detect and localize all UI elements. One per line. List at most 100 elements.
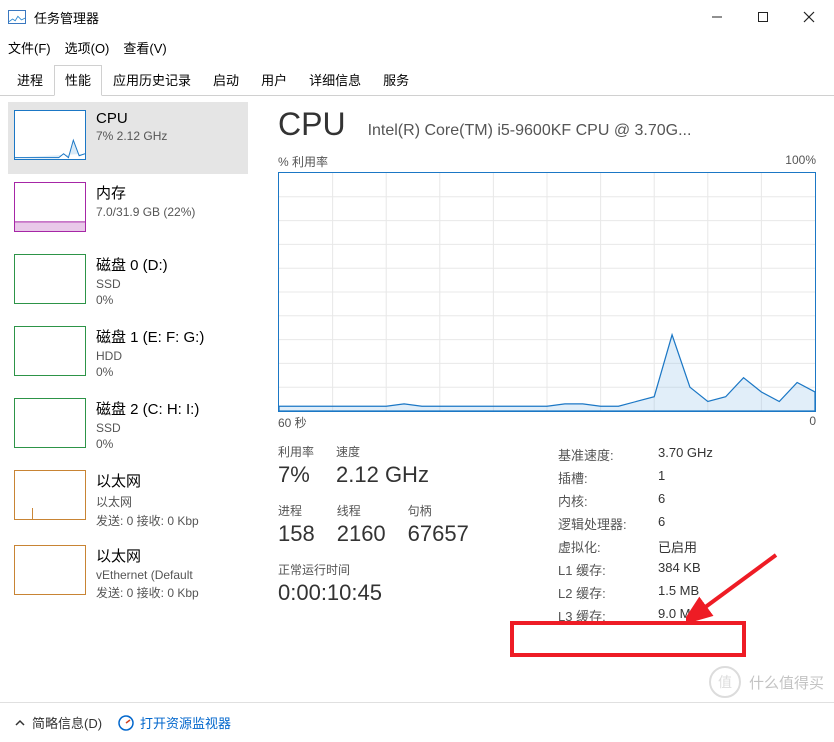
- sidebar-item-sub2: 0%: [96, 365, 204, 379]
- sidebar-item-label: 以太网: [96, 545, 199, 566]
- open-resource-monitor-label: 打开资源监视器: [140, 713, 231, 732]
- sidebar-item-label: CPU: [96, 110, 167, 127]
- tab-users[interactable]: 用户: [250, 65, 298, 96]
- memory-thumb-icon: [14, 182, 86, 232]
- sidebar-item-sub: vEthernet (Default: [96, 568, 199, 582]
- kv-val: 1: [658, 468, 665, 487]
- detail-subtitle: Intel(R) Core(TM) i5-9600KF CPU @ 3.70G.…: [368, 122, 692, 140]
- tab-strip: 进程 性能 应用历史记录 启动 用户 详细信息 服务: [0, 64, 834, 96]
- sidebar-item-disk-0[interactable]: 磁盘 0 (D:) SSD 0%: [8, 246, 248, 318]
- sidebar-item-cpu[interactable]: CPU 7% 2.12 GHz: [8, 102, 248, 174]
- stat-label: 进程: [278, 502, 315, 519]
- watermark: 值 什么值得买: [709, 666, 824, 698]
- sidebar-item-sub: 7% 2.12 GHz: [96, 129, 167, 143]
- stat-value: 158: [278, 521, 315, 547]
- sidebar-item-sub: 7.0/31.9 GB (22%): [96, 205, 195, 219]
- perf-icon: [118, 715, 134, 731]
- sidebar-item-ethernet-0[interactable]: 以太网 以太网 发送: 0 接收: 0 Kbp: [8, 462, 248, 537]
- kv-val: 已启用: [658, 537, 697, 556]
- kv-key: L3 缓存:: [558, 606, 658, 625]
- kv-key: 插槽:: [558, 468, 658, 487]
- sidebar-item-sub: SSD: [96, 421, 199, 435]
- disk-thumb-icon: [14, 326, 86, 376]
- sidebar-item-sub2: 0%: [96, 293, 168, 307]
- sidebar-item-sub: SSD: [96, 277, 168, 291]
- titlebar[interactable]: 任务管理器: [0, 0, 834, 34]
- sidebar-item-sub: 以太网: [96, 493, 199, 510]
- sidebar-item-ethernet-1[interactable]: 以太网 vEthernet (Default 发送: 0 接收: 0 Kbp: [8, 537, 248, 609]
- stat-label: 句柄: [408, 502, 469, 519]
- fewer-details-button[interactable]: 简略信息(D): [14, 713, 102, 732]
- chevron-up-icon: [14, 717, 26, 729]
- close-button[interactable]: [786, 2, 832, 32]
- sidebar-item-disk-2[interactable]: 磁盘 2 (C: H: I:) SSD 0%: [8, 390, 248, 462]
- kv-val: 384 KB: [658, 560, 701, 579]
- net-thumb-icon: [14, 545, 86, 595]
- stat-value: 2160: [337, 521, 386, 547]
- kv-val: 1.5 MB: [658, 583, 699, 602]
- chart-bottom-left-label: 60 秒: [278, 414, 307, 431]
- stat-label: 线程: [337, 502, 386, 519]
- app-icon: [8, 10, 26, 24]
- menu-options[interactable]: 选项(O): [65, 38, 110, 57]
- maximize-button[interactable]: [740, 2, 786, 32]
- stat-value: 2.12 GHz: [336, 462, 429, 488]
- kv-val: 9.0 MB: [658, 606, 699, 625]
- menubar: 文件(F) 选项(O) 查看(V): [0, 34, 834, 60]
- kv-val: 3.70 GHz: [658, 445, 713, 464]
- disk-thumb-icon: [14, 398, 86, 448]
- cpu-chart[interactable]: [278, 172, 816, 412]
- kv-key: 基准速度:: [558, 445, 658, 464]
- kv-key: 逻辑处理器:: [558, 514, 658, 533]
- detail-title: CPU: [278, 106, 346, 143]
- tab-processes[interactable]: 进程: [6, 65, 54, 96]
- cpu-thumb-icon: [14, 110, 86, 160]
- stat-value: 67657: [408, 521, 469, 547]
- chart-top-left-label: % 利用率: [278, 153, 328, 170]
- sidebar-item-sub2: 发送: 0 接收: 0 Kbp: [96, 584, 199, 601]
- sidebar-item-sub: HDD: [96, 349, 204, 363]
- detail-pane: CPU Intel(R) Core(TM) i5-9600KF CPU @ 3.…: [250, 96, 834, 702]
- chart-top-right-label: 100%: [785, 153, 816, 170]
- kv-val: 6: [658, 514, 665, 533]
- main-area: CPU 7% 2.12 GHz 内存 7.0/31.9 GB (22%) 磁盘 …: [0, 96, 834, 702]
- net-thumb-icon: [14, 470, 86, 520]
- stats-area: 利用率 7% 速度 2.12 GHz 进程 158: [278, 443, 816, 625]
- watermark-text: 什么值得买: [749, 672, 824, 693]
- stat-value: 7%: [278, 462, 314, 488]
- stat-label: 速度: [336, 443, 429, 460]
- open-resource-monitor-link[interactable]: 打开资源监视器: [118, 713, 231, 732]
- tab-startup[interactable]: 启动: [202, 65, 250, 96]
- sidebar[interactable]: CPU 7% 2.12 GHz 内存 7.0/31.9 GB (22%) 磁盘 …: [0, 96, 250, 702]
- kv-val: 6: [658, 491, 665, 510]
- fewer-details-label: 简略信息(D): [32, 713, 102, 732]
- kv-key: L2 缓存:: [558, 583, 658, 602]
- kv-key: 虚拟化:: [558, 537, 658, 556]
- sidebar-item-label: 磁盘 2 (C: H: I:): [96, 398, 199, 419]
- tab-services[interactable]: 服务: [372, 65, 420, 96]
- menu-file[interactable]: 文件(F): [8, 38, 51, 57]
- footer: 简略信息(D) 打开资源监视器: [0, 702, 834, 742]
- window-buttons: [694, 2, 832, 32]
- minimize-button[interactable]: [694, 2, 740, 32]
- sidebar-item-disk-1[interactable]: 磁盘 1 (E: F: G:) HDD 0%: [8, 318, 248, 390]
- window-title: 任务管理器: [34, 8, 99, 27]
- sidebar-item-memory[interactable]: 内存 7.0/31.9 GB (22%): [8, 174, 248, 246]
- watermark-badge: 值: [709, 666, 741, 698]
- tab-details[interactable]: 详细信息: [298, 65, 372, 96]
- tab-app-history[interactable]: 应用历史记录: [102, 65, 202, 96]
- kv-key: 内核:: [558, 491, 658, 510]
- menu-view[interactable]: 查看(V): [123, 38, 166, 57]
- uptime-value: 0:00:10:45: [278, 580, 558, 606]
- kv-key: L1 缓存:: [558, 560, 658, 579]
- sidebar-item-sub2: 发送: 0 接收: 0 Kbp: [96, 512, 199, 529]
- uptime-label: 正常运行时间: [278, 561, 558, 578]
- sidebar-item-sub2: 0%: [96, 437, 199, 451]
- sidebar-item-label: 内存: [96, 182, 195, 203]
- tab-performance[interactable]: 性能: [54, 65, 102, 96]
- stat-label: 利用率: [278, 443, 314, 460]
- sidebar-item-label: 磁盘 1 (E: F: G:): [96, 326, 204, 347]
- task-manager-window: 任务管理器 文件(F) 选项(O) 查看(V) 进程 性能 应用历史记录 启动 …: [0, 0, 834, 742]
- disk-thumb-icon: [14, 254, 86, 304]
- sidebar-item-label: 磁盘 0 (D:): [96, 254, 168, 275]
